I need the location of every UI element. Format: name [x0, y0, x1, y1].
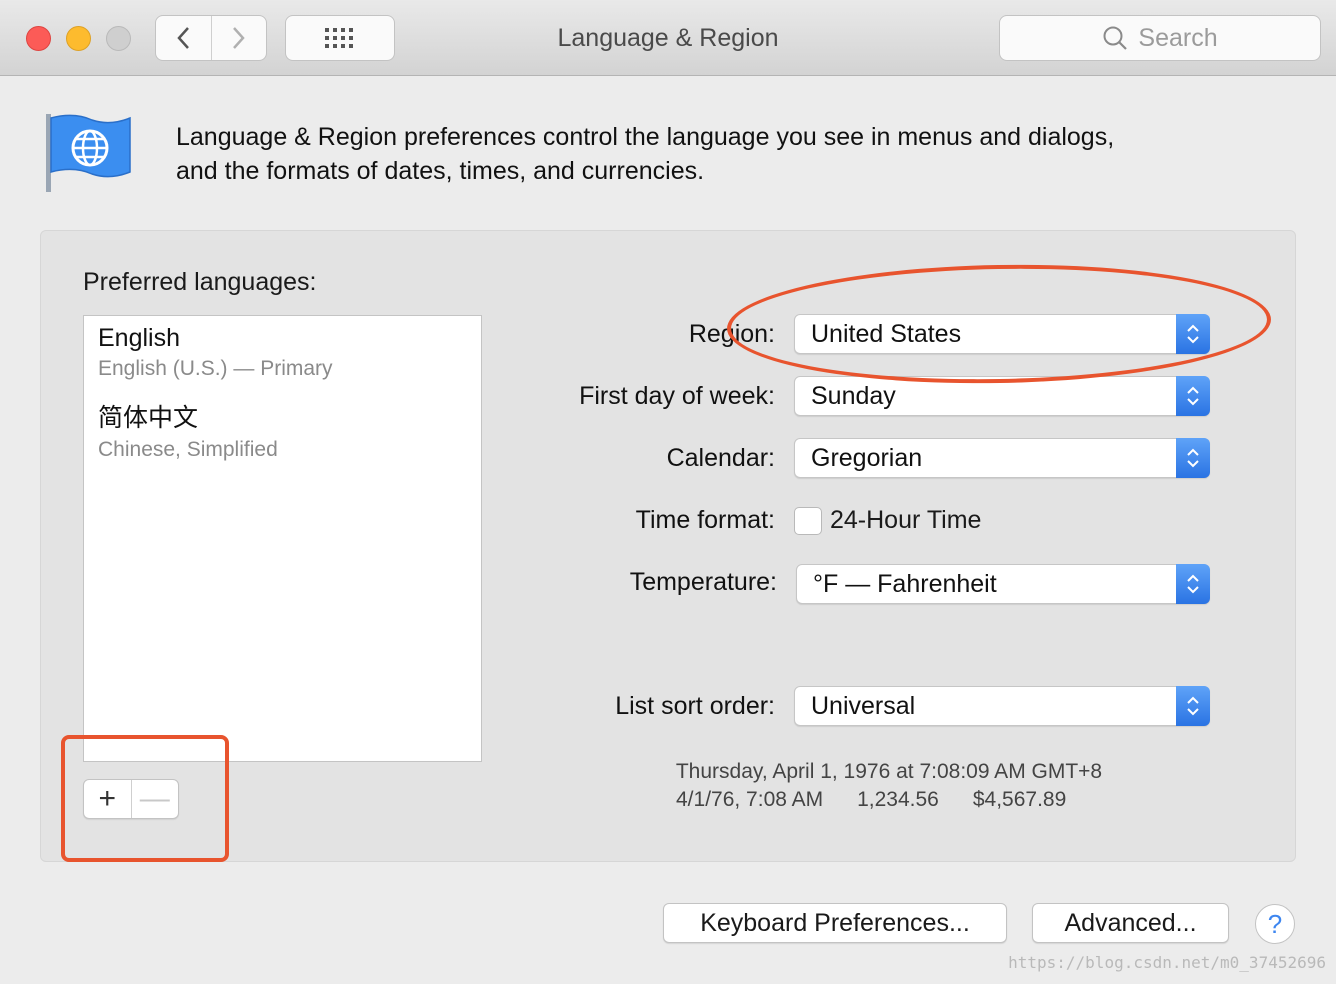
- calendar-value: Gregorian: [811, 444, 923, 472]
- preferences-description: Language & Region preferences control th…: [176, 120, 1276, 188]
- first-day-value: Sunday: [811, 382, 896, 410]
- sample-currency: $4,567.89: [972, 788, 1067, 811]
- description-line-1: Language & Region preferences control th…: [176, 123, 1115, 151]
- temperature-popup[interactable]: °F — Fahrenheit: [796, 564, 1210, 604]
- search-field[interactable]: Search: [999, 15, 1321, 61]
- region-label: Region:: [688, 320, 775, 348]
- region-popup[interactable]: United States: [794, 314, 1210, 354]
- temperature-label: Temperature:: [629, 568, 777, 596]
- language-detail: Chinese, Simplified: [98, 438, 278, 461]
- popup-stepper-icon: [1176, 686, 1210, 726]
- search-placeholder: Search: [1138, 23, 1218, 52]
- calendar-popup[interactable]: Gregorian: [794, 438, 1210, 478]
- sample-long-date: Thursday, April 1, 1976 at 7:08:09 AM GM…: [675, 760, 1103, 783]
- 24-hour-time-checkbox[interactable]: [794, 507, 822, 535]
- sample-number: 1,234.56: [857, 788, 939, 811]
- language-name: English: [98, 324, 180, 352]
- temperature-value: °F — Fahrenheit: [813, 570, 997, 598]
- keyboard-preferences-button[interactable]: Keyboard Preferences...: [663, 903, 1007, 943]
- description-line-2: and the formats of dates, times, and cur…: [176, 157, 705, 185]
- title-bar: Language & Region Search: [0, 0, 1336, 76]
- popup-stepper-icon: [1176, 438, 1210, 478]
- add-remove-buttons: + —: [83, 779, 179, 819]
- first-day-popup[interactable]: Sunday: [794, 376, 1210, 416]
- list-sort-order-value: Universal: [811, 692, 916, 720]
- time-format-label: Time format:: [635, 506, 775, 534]
- sample-short-date: 4/1/76, 7:08 AM: [676, 788, 824, 811]
- remove-language-button[interactable]: —: [130, 780, 179, 818]
- list-sort-order-popup[interactable]: Universal: [794, 686, 1210, 726]
- calendar-label: Calendar:: [666, 444, 775, 472]
- popup-stepper-icon: [1176, 314, 1210, 354]
- region-value: United States: [811, 320, 962, 348]
- sample-formats-row: 4/1/76, 7:08 AM 1,234.56 $4,567.89: [676, 788, 1066, 812]
- advanced-button[interactable]: Advanced...: [1032, 903, 1229, 943]
- list-sort-order-label: List sort order:: [615, 692, 775, 720]
- watermark-url: https://blog.csdn.net/m0_37452696: [1008, 953, 1326, 972]
- first-day-label: First day of week:: [579, 382, 775, 410]
- 24-hour-time-label[interactable]: 24-Hour Time: [830, 506, 981, 535]
- language-item-chinese[interactable]: 简体中文 Chinese, Simplified: [98, 398, 278, 462]
- add-language-button[interactable]: +: [84, 780, 131, 818]
- preferred-languages-label: Preferred languages:: [83, 268, 317, 296]
- preferred-languages-list[interactable]: English English (U.S.) — Primary 简体中文 Ch…: [83, 315, 482, 762]
- language-detail: English (U.S.) — Primary: [98, 357, 333, 380]
- popup-stepper-icon: [1176, 376, 1210, 416]
- help-button[interactable]: ?: [1255, 904, 1295, 944]
- popup-stepper-icon: [1176, 564, 1210, 604]
- search-icon: [1103, 26, 1128, 50]
- language-name: 简体中文: [98, 404, 199, 432]
- language-region-flag-icon: [44, 110, 134, 199]
- language-item-english[interactable]: English English (U.S.) — Primary: [98, 324, 333, 381]
